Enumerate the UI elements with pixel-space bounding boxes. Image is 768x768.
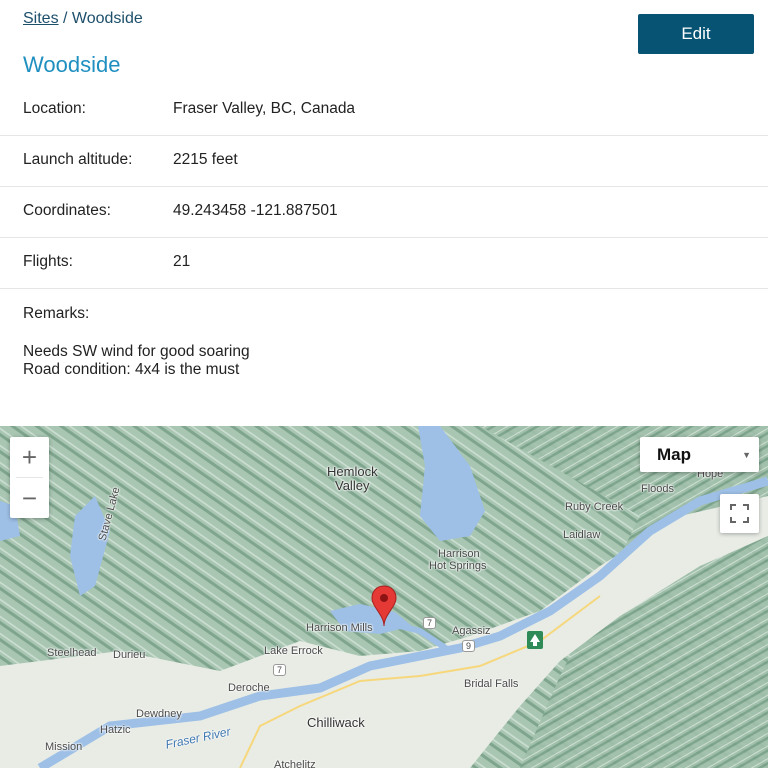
- map-label: Hemlock: [327, 464, 378, 479]
- site-map[interactable]: Hemlock Valley Stave Lake Hope Floods Ru…: [0, 426, 768, 768]
- map-label: Agassiz: [452, 625, 491, 637]
- map-label: Ruby Creek: [565, 501, 624, 513]
- zoom-out-button[interactable]: −: [10, 478, 49, 518]
- breadcrumb-current: Woodside: [71, 10, 143, 27]
- detail-label: Launch altitude:: [23, 151, 133, 168]
- detail-value: Fraser Valley, BC, Canada: [173, 100, 356, 117]
- map-label: Harrison Mills: [306, 622, 373, 634]
- map-label: Atchelitz: [274, 759, 316, 768]
- zoom-in-button[interactable]: +: [10, 437, 49, 477]
- remarks-line: Needs SW wind for good soaring: [23, 343, 250, 360]
- map-label: Hot Springs: [429, 560, 487, 572]
- route-shield: 7: [273, 664, 287, 676]
- detail-label: Coordinates:: [23, 202, 111, 219]
- detail-value: 49.243458 -121.887501: [173, 202, 338, 219]
- map-type-label: Map: [657, 445, 691, 464]
- chevron-down-icon: ▼: [742, 450, 751, 460]
- detail-label: Location:: [23, 100, 86, 117]
- fullscreen-icon: [730, 504, 749, 523]
- zoom-control: + −: [10, 437, 49, 518]
- location-marker-icon[interactable]: [371, 585, 397, 627]
- map-label: Steelhead: [47, 647, 97, 659]
- map-label: Valley: [335, 478, 370, 493]
- remarks-text: Needs SW wind for good soaring Road cond…: [23, 343, 250, 379]
- route-shield: 9: [462, 640, 476, 652]
- map-label: Lake Errock: [264, 645, 323, 657]
- park-icon: [527, 631, 543, 649]
- breadcrumb-separator: /: [58, 10, 72, 27]
- detail-row-flights: Flights: 21: [0, 237, 768, 289]
- remarks-line: Road condition: 4x4 is the must: [23, 361, 240, 378]
- map-label: Dewdney: [136, 708, 182, 720]
- map-label: Durieu: [113, 649, 146, 661]
- remarks-label: Remarks:: [23, 305, 90, 322]
- detail-row-altitude: Launch altitude: 2215 feet: [0, 135, 768, 187]
- map-label: Hatzic: [100, 724, 131, 736]
- fullscreen-button[interactable]: [720, 494, 759, 533]
- page-title: Woodside: [23, 52, 121, 77]
- map-label: Bridal Falls: [464, 678, 519, 690]
- breadcrumb: Sites / Woodside: [23, 10, 143, 28]
- breadcrumb-link-sites[interactable]: Sites: [23, 10, 59, 27]
- map-label: Harrison: [438, 548, 480, 560]
- map-label: Mission: [45, 741, 83, 753]
- route-shield: 7: [423, 617, 437, 629]
- map-label: Laidlaw: [563, 529, 601, 541]
- detail-label: Flights:: [23, 253, 73, 270]
- edit-button[interactable]: Edit: [638, 14, 754, 54]
- detail-value: 2215 feet: [173, 151, 238, 168]
- map-type-select[interactable]: Map ▼: [640, 437, 759, 472]
- map-label: Deroche: [228, 682, 270, 694]
- detail-row-location: Location: Fraser Valley, BC, Canada: [0, 84, 768, 136]
- detail-value: 21: [173, 253, 191, 270]
- detail-row-coordinates: Coordinates: 49.243458 -121.887501: [0, 186, 768, 238]
- map-label: Chilliwack: [307, 715, 365, 730]
- map-label: Floods: [641, 483, 675, 495]
